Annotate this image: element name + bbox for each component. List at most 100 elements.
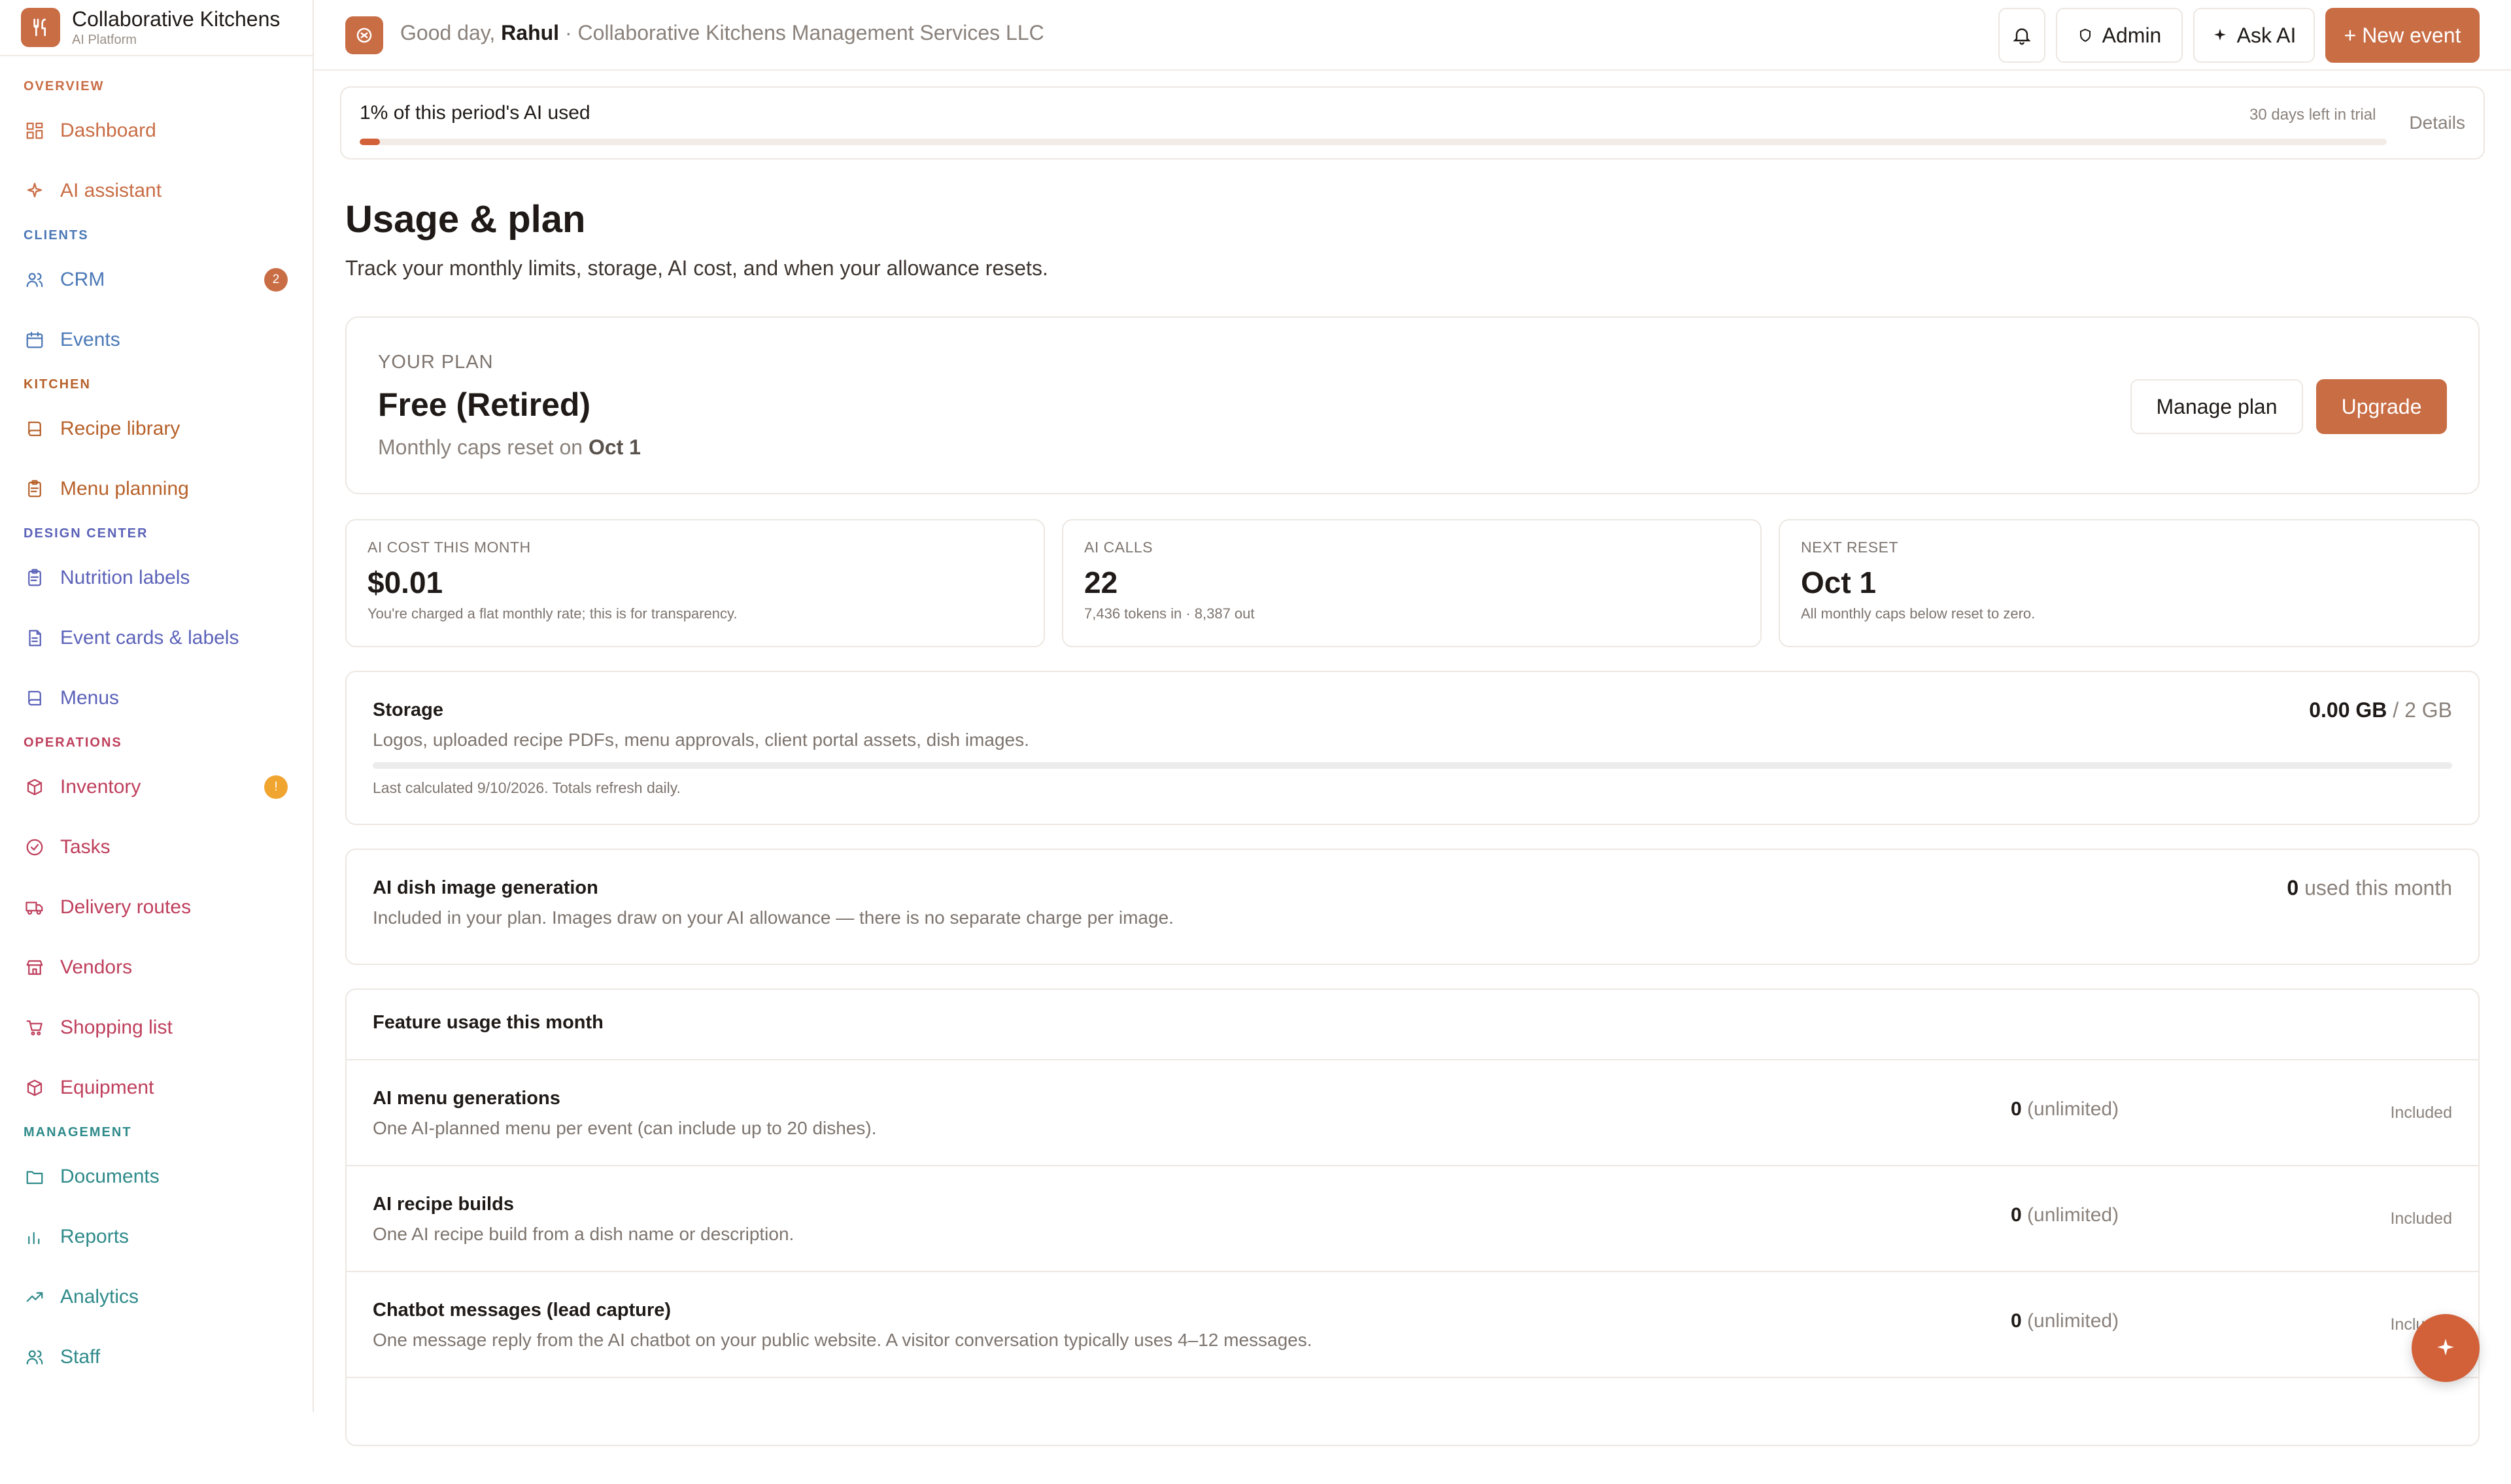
dashboard-icon [25,121,44,141]
folder-icon [25,1167,44,1187]
stat-value: Oct 1 [1801,565,1877,599]
feature-row: Chatbot messages (lead capture) One mess… [347,1271,2478,1378]
feature-desc: One message reply from the AI chatbot on… [373,1330,1312,1350]
stat-sub: All monthly caps below reset to zero. [1801,605,2036,622]
truck-icon [25,898,44,917]
upgrade-button[interactable]: Upgrade [2316,379,2447,434]
sidebar-item-menu-planning[interactable]: Menu planning [0,459,313,519]
feature-count: 0 (unlimited) [2011,1310,2119,1332]
store-icon [25,958,44,977]
plan-reset-prefix: Monthly caps reset on [378,435,583,459]
stat-label: AI COST THIS MONTH [367,539,531,556]
sparkle-icon [2213,29,2226,41]
sidebar-item-label: Shopping list [60,1017,173,1038]
ai-usage-label: 1% of this period's AI used [360,102,590,124]
trend-icon [25,1287,44,1307]
greeting: Good day, Rahul · Collaborative Kitchens… [400,21,1044,45]
greeting-prefix: Good day, [400,21,496,44]
sidebar-item-label: Dashboard [60,120,156,141]
ask-ai-button[interactable]: Ask AI [2193,8,2315,63]
sparkle-icon [25,181,44,201]
box-icon [25,777,44,797]
sidebar-item-analytics[interactable]: Analytics [0,1267,313,1327]
sidebar-item-label: Delivery routes [60,896,192,918]
sidebar-item-menus[interactable]: Menus [0,668,313,728]
sidebar-item-label: Staff [60,1346,101,1368]
brand-name: Collaborative Kitchens [72,7,281,31]
sidebar-item-vendors[interactable]: Vendors [0,937,313,998]
stat-sub: 7,436 tokens in · 8,387 out [1084,605,1255,622]
feature-status: Included [2390,1209,2452,1228]
sidebar-item-tasks[interactable]: Tasks [0,817,313,877]
sidebar-item-recipe-library[interactable]: Recipe library [0,399,313,459]
sidebar-item-delivery-routes[interactable]: Delivery routes [0,877,313,937]
sidebar-item-label: Event cards & labels [60,627,239,649]
storage-card: Storage Logos, uploaded recipe PDFs, men… [345,671,2480,825]
sidebar-item-label: CRM [60,269,105,290]
sidebar-item-label: Events [60,329,120,350]
sidebar-item-dashboard[interactable]: Dashboard [0,101,313,161]
sidebar-item-events[interactable]: Events [0,310,313,370]
floating-assistant-button[interactable] [2412,1314,2480,1382]
sidebar-item-label: Nutrition labels [60,567,190,588]
feature-count-value: 0 [2011,1310,2022,1332]
sidebar-item-label: Menus [60,687,120,709]
shield-icon [2079,28,2091,42]
image-gen-title: AI dish image generation [373,877,598,898]
sidebar-item-label: Analytics [60,1286,139,1307]
feature-limit: (unlimited) [2027,1204,2119,1226]
nav-section-operations: OPERATIONS [24,735,122,750]
admin-button[interactable]: Admin [2056,8,2183,63]
ai-usage-banner: 1% of this period's AI used 30 days left… [340,86,2485,160]
users-icon [25,1347,44,1367]
sidebar-item-ai-assistant[interactable]: AI assistant [0,161,313,221]
sidebar-item-staff[interactable]: Staff [0,1327,313,1387]
sidebar-item-documents[interactable]: Documents [0,1147,313,1207]
stat-sub: You're charged a flat monthly rate; this… [367,605,738,622]
check-circle-icon [25,837,44,857]
brand-header[interactable]: Collaborative Kitchens AI Platform [0,0,313,56]
ai-usage-progress-fill [360,139,380,145]
stat-card-ai-calls: AI CALLS 22 7,436 tokens in · 8,387 out [1062,519,1762,647]
sidebar-item-label: Equipment [60,1077,154,1098]
stat-value: 22 [1084,565,1118,599]
sparkle-icon [2437,1338,2454,1356]
manage-plan-button[interactable]: Manage plan [2130,379,2303,434]
feature-count-value: 0 [2011,1098,2022,1120]
feature-title: Chatbot messages (lead capture) [373,1300,672,1321]
feature-limit: (unlimited) [2027,1098,2119,1120]
sidebar-item-label: Documents [60,1166,160,1187]
sidebar-item-shopping-list[interactable]: Shopping list [0,998,313,1058]
sidebar-item-nutrition-labels[interactable]: Nutrition labels [0,548,313,608]
feature-status: Included [2390,1104,2452,1122]
plan-name: Free (Retired) [378,386,591,423]
file-icon [25,628,44,648]
user-name: Rahul [501,21,560,44]
sidebar-item-inventory[interactable]: Inventory! [0,757,313,817]
sidebar-item-reports[interactable]: Reports [0,1207,313,1267]
nav-badge: 2 [264,268,288,292]
image-gen-count-value: 0 [2287,876,2299,900]
notifications-button[interactable] [1998,8,2045,63]
feature-title: AI recipe builds [373,1194,514,1215]
sidebar-item-crm[interactable]: CRM 2 [0,250,313,310]
nav-section-kitchen: KITCHEN [24,377,91,392]
image-generation-card: AI dish image generation Included in you… [345,849,2480,965]
sidebar-item-label: Inventory [60,776,141,798]
plan-reset: Monthly caps reset on Oct 1 [378,435,641,460]
admin-label: Admin [2102,23,2162,47]
plan-label: YOUR PLAN [378,352,494,373]
stat-label: NEXT RESET [1801,539,1898,556]
sidebar-item-equipment[interactable]: Equipment [0,1058,313,1118]
sidebar-item-label: Menu planning [60,478,189,499]
sidebar-item-event-cards-labels[interactable]: Event cards & labels [0,608,313,668]
ai-usage-progress [360,139,2387,145]
new-event-button[interactable]: + New event [2325,8,2480,63]
clipboard-icon [25,568,44,588]
cart-icon [25,1018,44,1037]
details-link[interactable]: Details [2409,112,2465,133]
plan-card: YOUR PLAN Free (Retired) Monthly caps re… [345,316,2480,494]
book-icon [25,688,44,708]
page-title: Usage & plan [345,198,586,241]
nav-section-design-center: DESIGN CENTER [24,526,148,541]
